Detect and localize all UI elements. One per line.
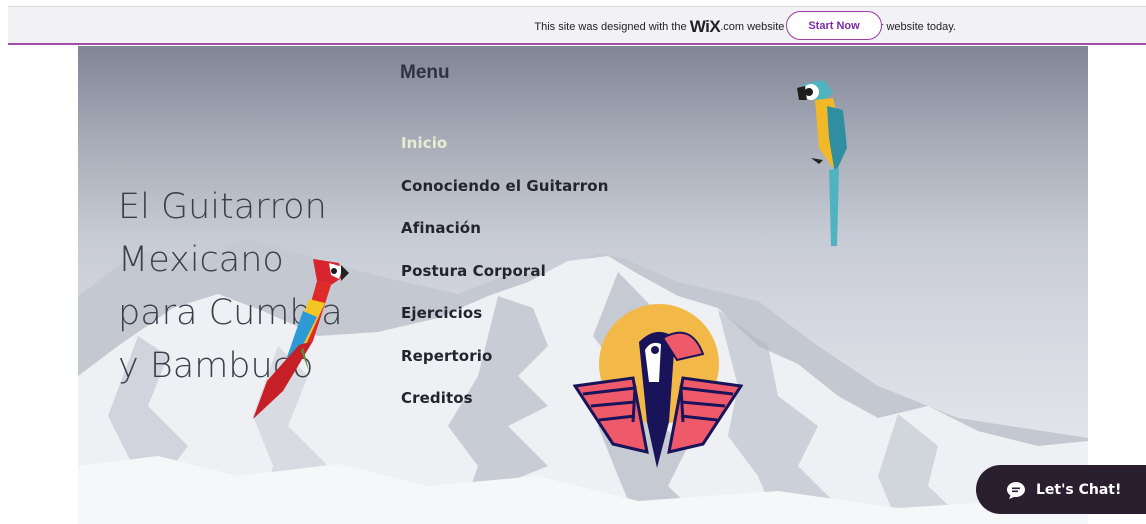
menu-item-postura[interactable]: Postura Corporal xyxy=(401,262,609,305)
chat-label: Let's Chat! xyxy=(1036,481,1122,498)
title-line: El Guitarron xyxy=(118,187,327,227)
blue-yellow-macaw-icon xyxy=(797,80,847,246)
menu-heading: Menu xyxy=(400,62,450,83)
menu-item-creditos[interactable]: Creditos xyxy=(401,389,609,432)
main-menu: Inicio Conociendo el Guitarron Afinación… xyxy=(401,134,609,432)
menu-item-afinacion[interactable]: Afinación xyxy=(401,219,609,262)
menu-item-repertorio[interactable]: Repertorio xyxy=(401,347,609,390)
start-now-button[interactable]: Start Now xyxy=(786,11,882,40)
hero-section: El Guitarron Mexicano para Cumbia y Bamb… xyxy=(78,46,1088,524)
wix-logo: WiX xyxy=(689,17,721,36)
menu-item-ejercicios[interactable]: Ejercicios xyxy=(401,304,609,347)
banner-text-before: This site was designed with the xyxy=(534,21,690,33)
wix-banner: This site was designed with the WiX.com … xyxy=(8,6,1146,45)
chat-button[interactable]: Let's Chat! xyxy=(976,465,1146,514)
menu-item-conociendo[interactable]: Conociendo el Guitarron xyxy=(401,177,609,220)
red-macaw-icon xyxy=(253,259,349,419)
menu-item-inicio[interactable]: Inicio xyxy=(401,134,609,177)
chat-bubble-icon xyxy=(1007,481,1025,499)
